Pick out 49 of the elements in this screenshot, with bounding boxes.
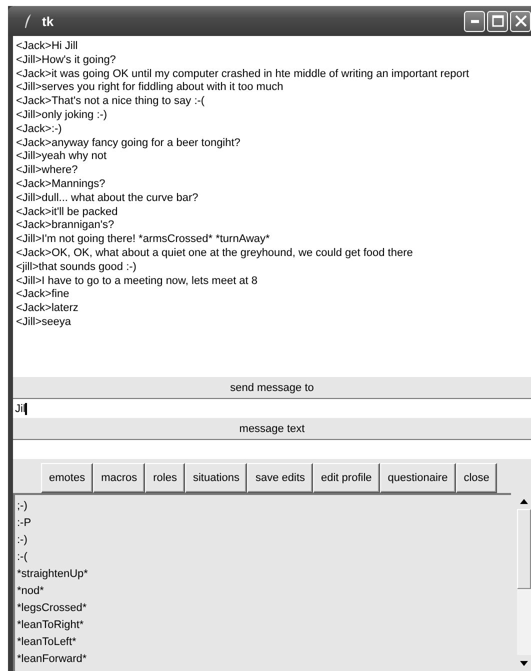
- toolbar-button[interactable]: emotes: [41, 463, 94, 493]
- chat-line: <Jill>serves you right for fiddling about with it too much: [16, 81, 284, 96]
- chat-line: <Jack>:-): [16, 122, 63, 137]
- toolbar-button[interactable]: edit profile: [313, 463, 380, 493]
- recipient-field[interactable]: Jil: [13, 399, 531, 418]
- close-icon: [514, 15, 526, 27]
- list-item[interactable]: *legsCrossed*: [17, 600, 509, 617]
- list-item[interactable]: :-(: [17, 549, 509, 566]
- close-button[interactable]: [510, 10, 531, 32]
- chat-line: <Jack>That's not a nice thing to say :-(: [16, 95, 206, 109]
- list-item[interactable]: :-P: [17, 515, 509, 532]
- chat-line: <Jill>How's it going?: [16, 54, 117, 68]
- toolbar-button[interactable]: roles: [145, 463, 185, 493]
- chat-line: <jill>that sounds good :-): [16, 260, 138, 275]
- chat-line: <Jill>I'm not going there! *armsCrossed* *turnAway*: [16, 233, 271, 247]
- toolbar-button[interactable]: macros: [93, 463, 146, 493]
- window-title: tk: [42, 14, 55, 28]
- minimize-button[interactable]: [464, 10, 485, 32]
- chat-line: <Jill>dull... what about the curve bar?: [16, 192, 200, 206]
- chat-line: <Jill>where?: [16, 164, 79, 178]
- list-item[interactable]: ;-): [17, 498, 509, 515]
- chat-line: <Jill>seeya: [16, 316, 72, 330]
- toolbar-button[interactable]: situations: [184, 463, 248, 493]
- chat-line: <Jill>yeah why not: [16, 150, 108, 164]
- message-field[interactable]: [13, 440, 531, 459]
- list-item[interactable]: *leanForward*: [17, 651, 509, 668]
- chat-line: <Jack>it was going OK until my computer crashed in hte middle of writing an important report: [16, 68, 470, 82]
- chat-line: <Jack>it'll be packed: [16, 206, 119, 220]
- chat-line: <Jill>only joking :-): [16, 108, 108, 123]
- toolbar-button[interactable]: close: [456, 463, 498, 493]
- chat-line: <Jack>brannigan's?: [16, 219, 116, 234]
- list-item[interactable]: *leanToRight*: [17, 617, 509, 634]
- maximize-icon: [492, 15, 504, 27]
- chat-line: <Jack>fine: [16, 288, 70, 302]
- list-item[interactable]: *nod*: [17, 583, 509, 600]
- chat-line: <Jack>Hi Jill: [16, 40, 79, 54]
- toolbar-button[interactable]: save edits: [247, 463, 313, 493]
- chat-line: <Jack>laterz: [16, 302, 80, 316]
- list-item[interactable]: *straightenUp*: [17, 566, 509, 583]
- chat-line: <Jill>I have to go to a meeting now, lets meet at 8: [16, 274, 259, 288]
- list-item[interactable]: *leanToLeft*: [17, 634, 509, 651]
- minimize-icon: [470, 20, 478, 22]
- list-item[interactable]: :-): [17, 532, 509, 549]
- chat-line: <Jack>OK, OK, what about a quiet one at the greyhound, we could get food there: [16, 246, 414, 261]
- toolbar-button[interactable]: questionaire: [380, 463, 456, 493]
- chat-line: <Jack>Mannings?: [16, 178, 106, 192]
- chat-line: <Jack>anyway fancy going for a beer tongiht?: [16, 136, 242, 150]
- feather-icon: [24, 14, 32, 28]
- maximize-button[interactable]: [487, 10, 508, 32]
